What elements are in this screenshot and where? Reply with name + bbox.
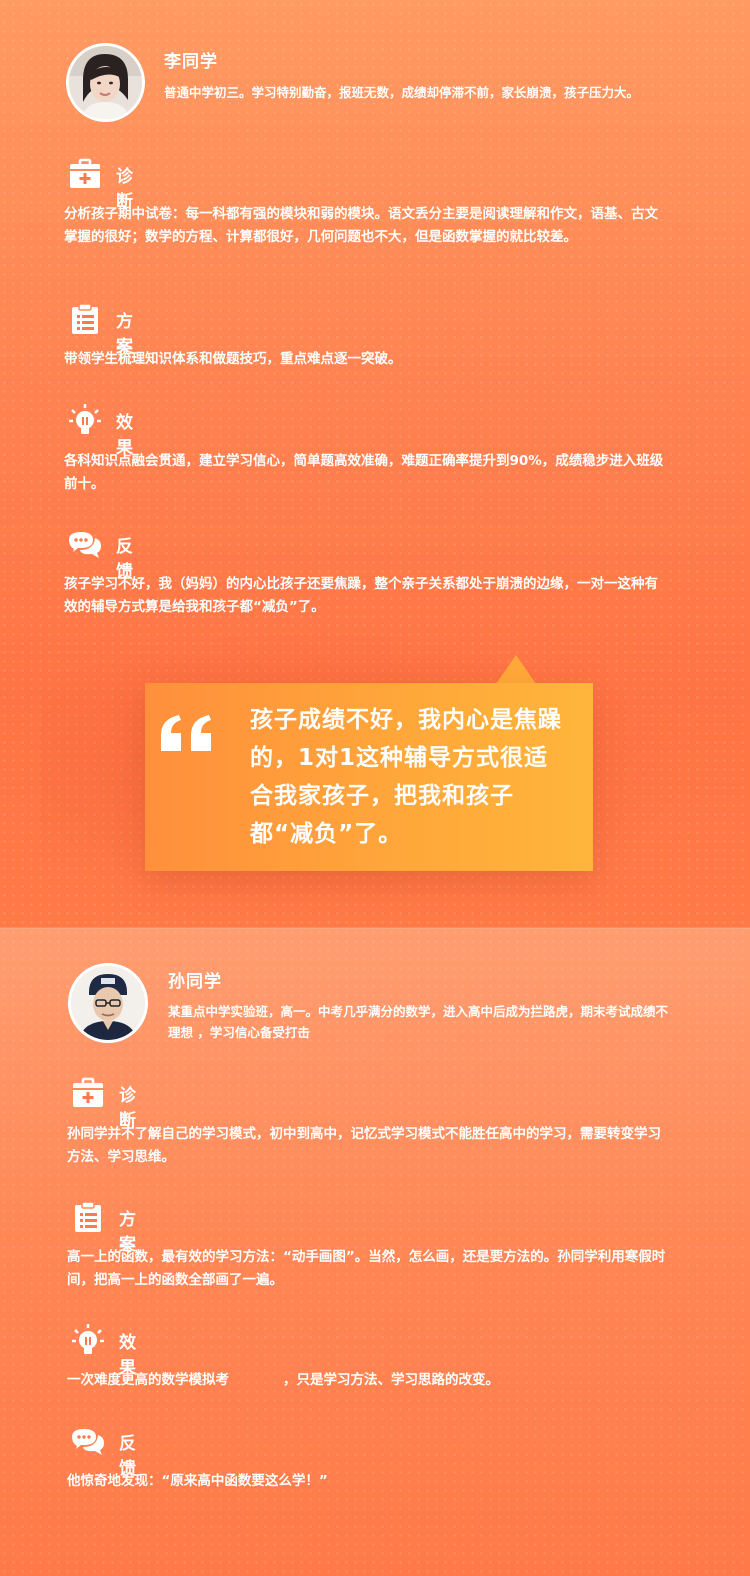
lightbulb-icon: [69, 404, 101, 434]
lightbulb-icon: [72, 1324, 104, 1354]
medical-kit-icon: [73, 1077, 103, 1107]
diagnosis-text-1: 分析孩子期中试卷：每一科都有强的模块和弱的模块。语文丢分主要是阅读理解和作文，语…: [64, 206, 658, 245]
student-2-name: 孙同学: [168, 972, 222, 992]
feedback-text-1: 孩子学习不好，我（妈妈）的内心比孩子还要焦躁，整个亲子关系都处于崩溃的边缘，一对…: [64, 576, 658, 615]
avatar-photo-2: [71, 966, 145, 1040]
quotation-mark-icon: [161, 715, 211, 751]
student-1-intro: 普通中学初三。学习特别勤奋，报班无数，成绩却停滞不前，家长崩溃，孩子压力大。: [164, 85, 640, 100]
quote-callout: 孩子成绩不好，我内心是焦躁的，1对1这种辅导方式很适合我家孩子，把我和孩子都“减…: [145, 683, 593, 871]
quote-pointer: [496, 655, 536, 684]
quote-text: 孩子成绩不好，我内心是焦躁的，1对1这种辅导方式很适合我家孩子，把我和孩子都“减…: [250, 707, 562, 847]
avatar-photo-1: [69, 46, 142, 119]
plan-text-2: 高一上的函数，最有效的学习方法：“动手画图”。当然，怎么画，还是要方法的。孙同学…: [67, 1249, 666, 1288]
student-2-intro: 某重点中学实验班，高一。中考几乎满分的数学，进入高中后成为拦路虎，期末考试成绩不…: [168, 1004, 669, 1040]
plan-text-1: 带领学生梳理知识体系和做题技巧，重点难点逐一突破。: [64, 351, 402, 367]
medical-kit-icon: [70, 158, 100, 188]
feedback-text-2: 他惊奇地发现：“原来高中函数要这么学！”: [67, 1473, 328, 1489]
clipboard-icon: [75, 1201, 101, 1232]
avatar-student-2: [68, 963, 148, 1043]
chat-bubbles-icon: [72, 1429, 104, 1455]
student-1-name: 李同学: [164, 52, 218, 72]
diagnosis-text-2: 孙同学并不了解自己的学习模式，初中到高中，记忆式学习模式不能胜任高中的学习，需要…: [67, 1126, 661, 1165]
avatar-student-1: [66, 43, 145, 122]
panel-divider: [0, 927, 750, 929]
effect-text-1: 各科知识点融会贯通，建立学习信心，简单题高效准确，难题正确率提升到90%，成绩稳…: [64, 453, 664, 492]
effect-text-2: 一次难度更高的数学模拟考 ，只是学习方法、学习思路的改变。: [67, 1372, 499, 1388]
chat-bubbles-icon: [69, 532, 101, 558]
clipboard-icon: [72, 303, 98, 334]
